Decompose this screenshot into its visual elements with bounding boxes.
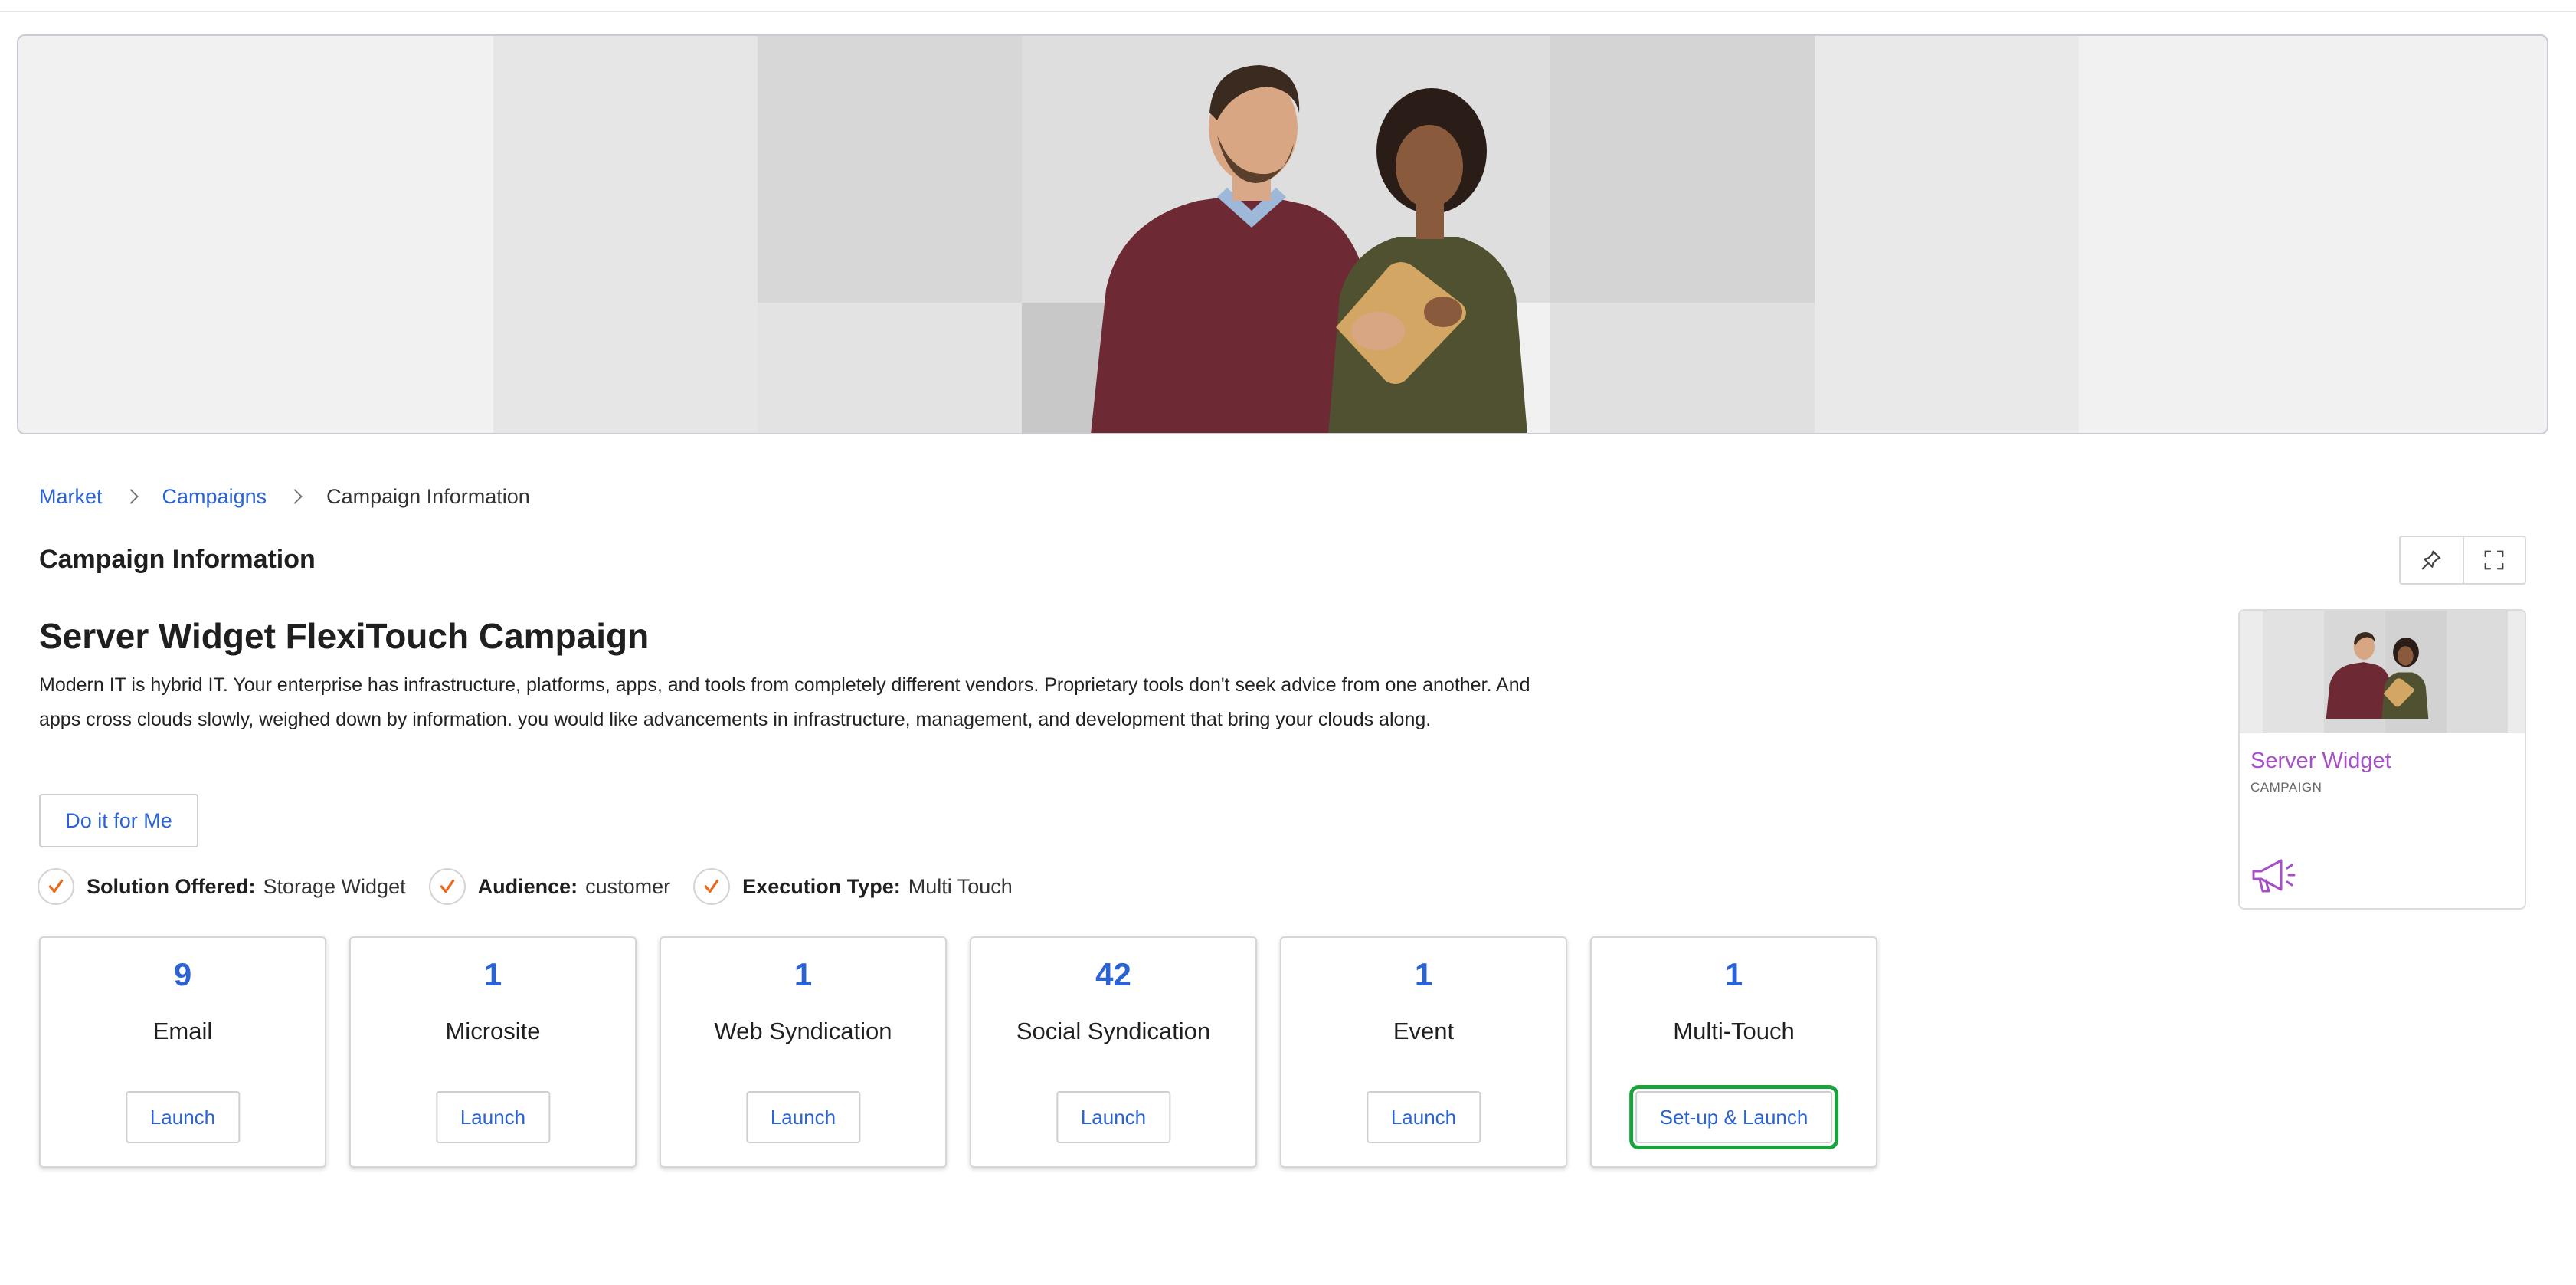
- channel-tile-web-syndication: 1 Web Syndication Launch: [660, 936, 947, 1168]
- email-launch-button[interactable]: Launch: [125, 1091, 241, 1143]
- campaign-preview-card[interactable]: Server Widget CAMPAIGN: [2238, 609, 2526, 910]
- do-it-for-me-button[interactable]: Do it for Me: [39, 794, 198, 847]
- attribute-value: Multi Touch: [908, 874, 1013, 898]
- microsite-launch-button[interactable]: Launch: [435, 1091, 551, 1143]
- breadcrumb-current: Campaign Information: [326, 484, 530, 508]
- campaign-thumbnail: [2240, 611, 2525, 733]
- check-icon: [428, 868, 466, 905]
- event-launch-button[interactable]: Launch: [1366, 1091, 1481, 1143]
- tile-count[interactable]: 1: [661, 956, 945, 993]
- fullscreen-button[interactable]: [2462, 537, 2525, 583]
- campaign-card-name: Server Widget: [2250, 749, 2391, 773]
- tile-count[interactable]: 1: [1281, 956, 1566, 993]
- top-bar: [0, 0, 2576, 12]
- pin-button[interactable]: [2401, 537, 2463, 583]
- pin-icon: [2422, 550, 2441, 570]
- tile-count[interactable]: 9: [41, 956, 325, 993]
- view-toolbar: [2399, 536, 2526, 585]
- breadcrumb: Market Campaigns Campaign Information: [39, 481, 530, 512]
- channel-tile-event: 1 Event Launch: [1280, 936, 1567, 1168]
- breadcrumb-chevron-icon: [287, 489, 303, 504]
- campaign-card-type: CAMPAIGN: [2250, 780, 2322, 795]
- fullscreen-icon: [2485, 550, 2504, 570]
- tile-name: Multi-Touch: [1673, 1018, 1795, 1044]
- page-title: Campaign Information: [39, 545, 316, 574]
- hero-people-image: [1091, 65, 1527, 433]
- campaign-title: Server Widget FlexiTouch Campaign: [39, 616, 650, 656]
- channel-tiles: 9 Email Launch 1 Microsite Launch 1 Web …: [39, 936, 1900, 1168]
- attribute-label: Audience:: [477, 874, 578, 898]
- web-syndication-launch-button[interactable]: Launch: [745, 1091, 861, 1143]
- attribute-value: customer: [585, 874, 671, 898]
- channel-tile-multi-touch: 1 Multi-Touch Set-up & Launch: [1590, 936, 1877, 1168]
- attribute-label: Execution Type:: [742, 874, 901, 898]
- channel-tile-email: 9 Email Launch: [39, 936, 326, 1168]
- attribute-audience: Audience: customer: [428, 868, 671, 905]
- social-syndication-launch-button[interactable]: Launch: [1056, 1091, 1171, 1143]
- attribute-solution-offered: Solution Offered: Storage Widget: [38, 868, 406, 905]
- hero-banner: [17, 34, 2548, 434]
- breadcrumb-market-link[interactable]: Market: [39, 485, 103, 509]
- channel-tile-social-syndication: 42 Social Syndication Launch: [970, 936, 1257, 1168]
- tile-name: Email: [152, 1018, 213, 1044]
- attribute-execution-type: Execution Type: Multi Touch: [693, 868, 1013, 905]
- breadcrumb-campaigns-link[interactable]: Campaigns: [162, 485, 267, 509]
- attribute-value: Storage Widget: [263, 874, 406, 898]
- check-icon: [693, 868, 731, 905]
- tile-count[interactable]: 1: [351, 956, 635, 993]
- breadcrumb-chevron-icon: [123, 489, 139, 504]
- multi-touch-setup-launch-button[interactable]: Set-up & Launch: [1628, 1085, 1839, 1149]
- channel-tile-microsite: 1 Microsite Launch: [349, 936, 637, 1168]
- campaign-attributes: Solution Offered: Storage Widget Audienc…: [38, 867, 1036, 906]
- megaphone-icon: [2252, 859, 2296, 893]
- attribute-label: Solution Offered:: [87, 874, 256, 898]
- tile-name: Web Syndication: [714, 1018, 892, 1044]
- tile-name: Event: [1393, 1018, 1455, 1044]
- tile-count[interactable]: 1: [1592, 956, 1876, 993]
- tile-name: Microsite: [445, 1018, 541, 1044]
- tile-count[interactable]: 42: [971, 956, 1255, 993]
- check-icon: [38, 868, 74, 905]
- tile-name: Social Syndication: [1016, 1018, 1211, 1044]
- campaign-description: Modern IT is hybrid IT. Your enterprise …: [39, 674, 1530, 730]
